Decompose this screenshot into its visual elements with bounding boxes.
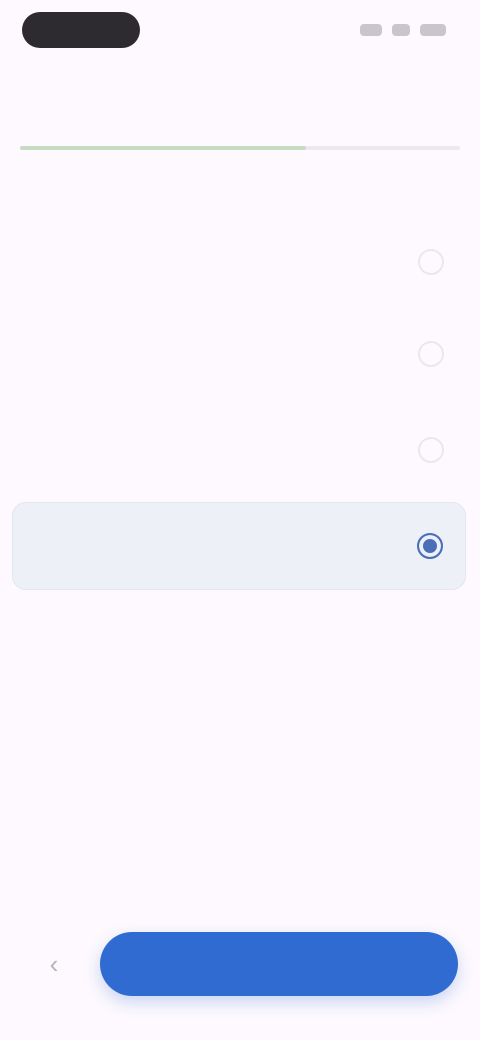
option-2[interactable] (12, 310, 466, 398)
continue-button[interactable] (100, 932, 458, 996)
status-time-pill (22, 12, 140, 48)
radio-icon[interactable] (417, 533, 443, 559)
radio-icon[interactable] (418, 341, 444, 367)
chevron-left-icon: ‹ (49, 948, 59, 979)
footer: ‹ (0, 920, 480, 1010)
option-1[interactable] (12, 222, 466, 302)
status-indicators (360, 24, 446, 36)
progress-fill (20, 146, 306, 150)
header (0, 70, 480, 110)
option-4[interactable] (12, 502, 466, 590)
options-list (12, 222, 466, 598)
progress-bar (20, 146, 460, 150)
back-button[interactable]: ‹ (24, 934, 84, 994)
wifi-icon (392, 24, 410, 36)
status-bar (0, 0, 480, 64)
signal-icon (360, 24, 382, 36)
option-3[interactable] (12, 406, 466, 494)
battery-icon (420, 24, 446, 36)
radio-icon[interactable] (418, 249, 444, 275)
radio-icon[interactable] (418, 437, 444, 463)
